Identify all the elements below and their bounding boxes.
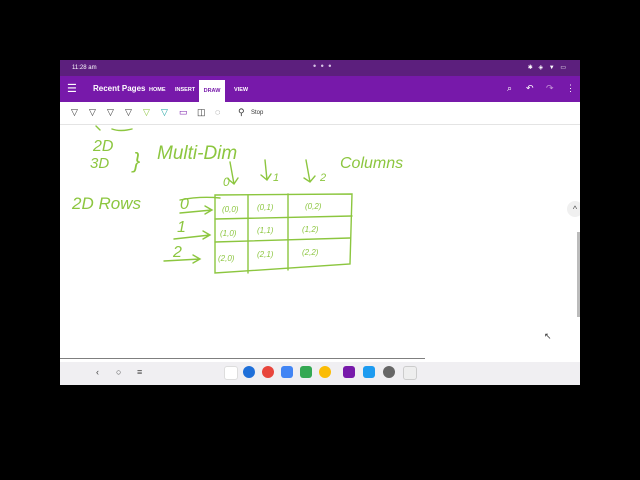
tab-home[interactable]: HOME	[149, 87, 166, 93]
search-icon[interactable]: ⌕	[507, 83, 512, 94]
mouse-cursor-icon: ↖	[544, 331, 552, 341]
photos-app-icon[interactable]	[319, 366, 331, 378]
play-store-app-icon[interactable]	[300, 366, 312, 378]
cell-0-2: (0,2)	[305, 202, 322, 211]
vertical-scrollbar[interactable]	[577, 232, 580, 317]
label-3d: 3D	[90, 155, 109, 172]
brace: }	[131, 148, 141, 173]
cell-2-1: (2,1)	[257, 250, 274, 259]
label-multi-dim: Multi-Dim	[157, 143, 237, 164]
hamburger-menu-icon[interactable]: ☰	[67, 82, 77, 95]
status-time: 11:28 am	[72, 65, 97, 71]
label-columns: Columns	[340, 155, 403, 172]
settings-app-icon[interactable]	[383, 366, 395, 378]
ink-canvas[interactable]: 2D 3D } Multi-Dim Columns 2D Rows 0 1 2 …	[60, 124, 580, 358]
row-index-0: 0	[180, 196, 189, 213]
tab-draw[interactable]: DRAW	[199, 80, 225, 102]
col-index-0: 0	[223, 175, 230, 189]
highlighter-green-icon[interactable]: ▽	[143, 107, 150, 118]
stop-button[interactable]: Stop	[251, 110, 263, 116]
ink-stroke-fragment	[95, 125, 101, 131]
row-index-1: 1	[177, 219, 186, 236]
eraser-icon[interactable]: ▭	[179, 107, 188, 118]
cell-1-0: (1,0)	[220, 229, 237, 238]
column-arrow-1	[260, 159, 272, 182]
grid-row-line	[214, 237, 351, 243]
recents-button[interactable]: ≡	[137, 367, 142, 377]
window-handle[interactable]: • • •	[313, 61, 332, 71]
files-app-icon[interactable]	[363, 366, 375, 378]
page-divider	[60, 358, 425, 359]
tab-insert[interactable]: INSERT	[175, 87, 195, 93]
row-arrow-2	[163, 254, 202, 264]
cell-0-1: (0,1)	[257, 203, 274, 212]
home-button[interactable]: ○	[116, 367, 121, 377]
status-icons: ✱ ◈ ▼ ▭	[527, 65, 568, 71]
col-index-2: 2	[319, 172, 326, 184]
lasso-select-icon[interactable]: ◌	[215, 107, 220, 117]
messages-app-icon[interactable]	[243, 366, 255, 378]
cell-0-0: (0,0)	[222, 205, 239, 214]
pen-black-3-icon[interactable]: ▽	[107, 107, 114, 118]
column-arrow-2	[303, 159, 316, 183]
grid-row-line	[214, 215, 353, 220]
cell-2-0: (2,0)	[218, 254, 235, 263]
tab-view[interactable]: VIEW	[234, 87, 248, 93]
ink-stroke-fragment	[111, 128, 133, 132]
undo-icon[interactable]: ↶	[526, 83, 534, 94]
redo-icon[interactable]: ↷	[546, 83, 554, 94]
cell-1-2: (1,2)	[302, 225, 319, 234]
tablet-screen: 11:28 am • • • ✱ ◈ ▼ ▭ ☰ Recent Pages HO…	[60, 60, 580, 385]
label-2d: 2D	[92, 138, 114, 155]
row-index-2: 2	[172, 244, 182, 261]
stop-pen-icon[interactable]: ⚲	[238, 107, 245, 118]
status-bar: 11:28 am • • • ✱ ◈ ▼ ▭	[60, 60, 580, 76]
google-app-icon[interactable]	[224, 366, 238, 380]
collapse-chevron-icon[interactable]: ^	[567, 201, 580, 217]
more-options-icon[interactable]: ⋮	[566, 83, 575, 94]
chrome-app-icon[interactable]	[262, 366, 274, 378]
pen-black-icon[interactable]: ▽	[71, 107, 78, 118]
back-button[interactable]: ‹	[96, 367, 99, 377]
pen-black-4-icon[interactable]: ▽	[125, 107, 132, 118]
onenote-app-icon[interactable]	[343, 366, 355, 378]
cell-2-2: (2,2)	[302, 248, 319, 257]
highlighter-teal-icon[interactable]: ▽	[161, 107, 168, 118]
assistant-app-icon[interactable]	[281, 366, 293, 378]
cell-1-1: (1,1)	[257, 226, 274, 235]
app-bar: ☰ Recent Pages HOME INSERT DRAW VIEW ⌕ ↶…	[60, 76, 580, 102]
label-2d-rows: 2D Rows	[71, 194, 141, 213]
app-drawer-icon[interactable]	[403, 366, 417, 380]
col-index-1: 1	[273, 172, 279, 184]
pen-black-2-icon[interactable]: ▽	[89, 107, 96, 118]
draw-toolbar: ▽ ▽ ▽ ▽ ▽ ▽ ▭ ◫ ◌ ⚲ Stop	[60, 102, 580, 125]
android-nav-bar: ‹ ○ ≡	[60, 362, 580, 385]
app-title[interactable]: Recent Pages	[93, 84, 145, 93]
shapes-icon[interactable]: ◫	[197, 107, 206, 118]
